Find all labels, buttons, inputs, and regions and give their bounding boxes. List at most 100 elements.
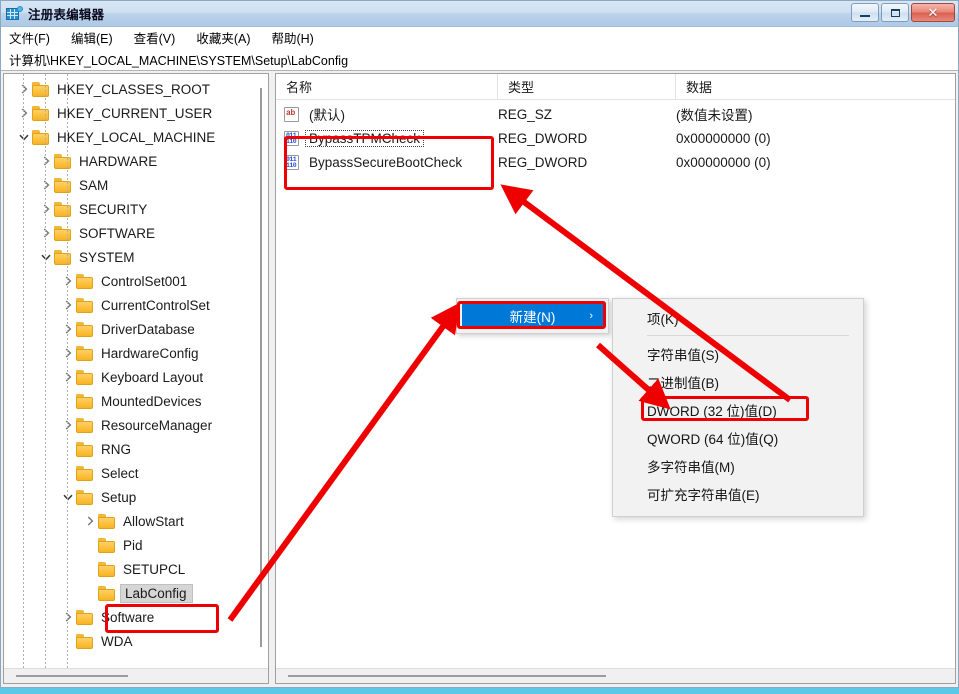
tree-item-label: MountedDevices <box>101 393 202 409</box>
dword-value-icon: 011 110 <box>284 130 299 146</box>
folder-icon <box>76 321 95 337</box>
value-type: REG_SZ <box>498 106 553 122</box>
chevron-right-icon[interactable] <box>60 365 76 389</box>
chevron-right-icon[interactable] <box>60 317 76 341</box>
menu-item-help[interactable]: 帮助(H) <box>271 26 323 49</box>
registry-tree[interactable]: HKEY_CLASSES_ROOT HKEY_CURRENT_USER HKEY_L… <box>4 74 268 668</box>
maximize-button[interactable] <box>881 3 909 22</box>
tree-item-wda[interactable]: WDA <box>4 629 268 653</box>
context-menu-item-new[interactable]: 新建(N) › <box>462 303 603 329</box>
tree-item-label: ControlSet001 <box>101 273 188 289</box>
tree-item-label: SYSTEM <box>79 249 135 265</box>
tree-item-resourcemanager[interactable]: ResourceManager <box>4 413 268 437</box>
tree-item-controlset001[interactable]: ControlSet001 <box>4 269 268 293</box>
tree-item-pid[interactable]: Pid <box>4 533 268 557</box>
tree-guide-line <box>23 74 24 668</box>
title-bar[interactable]: 注册表编辑器 ✕ <box>1 1 958 27</box>
chevron-right-icon[interactable] <box>60 413 76 437</box>
close-button[interactable]: ✕ <box>911 3 955 22</box>
folder-icon <box>32 105 51 121</box>
tree-item-keyboard-layout[interactable]: Keyboard Layout <box>4 365 268 389</box>
folder-icon <box>54 153 73 169</box>
menu-item-favorites[interactable]: 收藏夹(A) <box>196 26 260 49</box>
tree-item-system[interactable]: SYSTEM <box>4 245 268 269</box>
tree-item-label: SAM <box>79 177 109 193</box>
chevron-right-icon[interactable] <box>60 293 76 317</box>
chevron-right-icon[interactable] <box>60 269 76 293</box>
submenu-item-3[interactable]: DWORD (32 位)值(D) <box>613 396 863 424</box>
list-horizontal-scrollbar-thumb[interactable] <box>288 675 606 677</box>
tree-item-software[interactable]: Software <box>4 605 268 629</box>
tree-horizontal-scrollbar-thumb[interactable] <box>16 675 128 677</box>
menu-item-edit[interactable]: 编辑(E) <box>71 26 123 49</box>
menu-item-view[interactable]: 查看(V) <box>134 26 186 49</box>
chevron-right-icon[interactable] <box>38 173 54 197</box>
folder-icon <box>54 225 73 241</box>
submenu-item-2[interactable]: 二进制值(B) <box>613 368 863 396</box>
chevron-right-icon[interactable] <box>60 341 76 365</box>
chevron-right-icon[interactable] <box>38 149 54 173</box>
chevron-down-icon[interactable] <box>16 125 32 149</box>
chevron-right-icon[interactable] <box>38 197 54 221</box>
tree-item-hardware[interactable]: HARDWARE <box>4 149 268 173</box>
context-menu[interactable]: 新建(N) › <box>456 298 609 334</box>
tree-item-hkey-current-user[interactable]: HKEY_CURRENT_USER <box>4 101 268 125</box>
value-data: 0x00000000 (0) <box>676 154 771 170</box>
table-row[interactable]: 011 110 BypassTPMCheck REG_DWORD 0x00000000 … <box>276 126 955 150</box>
column-header-data[interactable]: 数据 <box>676 74 955 99</box>
chevron-right-icon[interactable] <box>60 605 76 629</box>
tree-item-security[interactable]: SECURITY <box>4 197 268 221</box>
chevron-right-icon[interactable] <box>82 509 98 533</box>
chevron-down-icon[interactable] <box>38 245 54 269</box>
submenu-item-6[interactable]: 可扩充字符串值(E) <box>613 480 863 508</box>
address-bar[interactable]: 计算机\HKEY_LOCAL_MACHINE\SYSTEM\Setup\LabC… <box>1 49 958 71</box>
tree-item-labconfig[interactable]: LabConfig <box>4 581 268 605</box>
value-name: (默认) <box>309 108 345 123</box>
tree-item-rng[interactable]: RNG <box>4 437 268 461</box>
submenu-item-5[interactable]: 多字符串值(M) <box>613 452 863 480</box>
tree-item-hardwareconfig[interactable]: HardwareConfig <box>4 341 268 365</box>
tree-item-hkey-local-machine[interactable]: HKEY_LOCAL_MACHINE <box>4 125 268 149</box>
context-submenu-new[interactable]: 项(K) 字符串值(S) 二进制值(B) DWORD (32 位)值(D) QWORD … <box>612 298 864 517</box>
submenu-separator <box>647 335 849 336</box>
registry-editor-window: 注册表编辑器 ✕ 文件(F) 编辑(E) 查看(V) 收藏夹(A) 帮助(H) … <box>0 0 959 688</box>
tree-item-label: LabConfig <box>120 583 193 603</box>
submenu-item-4[interactable]: QWORD (64 位)值(Q) <box>613 424 863 452</box>
chevron-down-icon[interactable] <box>60 485 76 509</box>
submenu-item-0[interactable]: 项(K) <box>613 304 863 332</box>
tree-item-hkey-classes-root[interactable]: HKEY_CLASSES_ROOT <box>4 77 268 101</box>
tree-item-select[interactable]: Select <box>4 461 268 485</box>
tree-item-allowstart[interactable]: AllowStart <box>4 509 268 533</box>
chevron-right-icon: › <box>589 310 593 322</box>
chevron-right-icon[interactable] <box>16 101 32 125</box>
tree-item-sam[interactable]: SAM <box>4 173 268 197</box>
folder-icon <box>54 249 73 265</box>
tree-item-driverdatabase[interactable]: DriverDatabase <box>4 317 268 341</box>
tree-leaf-spacer <box>60 629 76 653</box>
table-row[interactable]: ab (默认) REG_SZ (数值未设置) <box>276 102 955 126</box>
minimize-button[interactable] <box>851 3 879 22</box>
context-menu-item-new-label: 新建(N) <box>509 310 556 325</box>
tree-vertical-scrollbar[interactable] <box>256 88 265 647</box>
column-header-name[interactable]: 名称 <box>276 74 498 99</box>
table-row[interactable]: 011 110 BypassSecureBootCheck REG_DWORD 0x00… <box>276 150 955 174</box>
chevron-right-icon[interactable] <box>16 77 32 101</box>
tree-item-setupcl[interactable]: SETUPCL <box>4 557 268 581</box>
chevron-right-icon[interactable] <box>38 221 54 245</box>
tree-item-mounteddevices[interactable]: MountedDevices <box>4 389 268 413</box>
submenu-item-1[interactable]: 字符串值(S) <box>613 340 863 368</box>
tree-horizontal-scrollbar[interactable] <box>4 668 268 683</box>
tree-item-software[interactable]: SOFTWARE <box>4 221 268 245</box>
folder-icon <box>98 537 117 553</box>
tree-vertical-scrollbar-thumb[interactable] <box>260 88 262 647</box>
menu-item-file[interactable]: 文件(F) <box>9 26 60 49</box>
tree-item-setup[interactable]: Setup <box>4 485 268 509</box>
folder-icon <box>98 561 117 577</box>
column-header-type[interactable]: 类型 <box>498 74 676 99</box>
tree-item-currentcontrolset[interactable]: CurrentControlSet <box>4 293 268 317</box>
folder-icon <box>76 465 95 481</box>
folder-icon <box>76 369 95 385</box>
list-horizontal-scrollbar[interactable] <box>276 668 955 683</box>
value-type: REG_DWORD <box>498 154 588 170</box>
tree-leaf-spacer <box>82 581 98 605</box>
